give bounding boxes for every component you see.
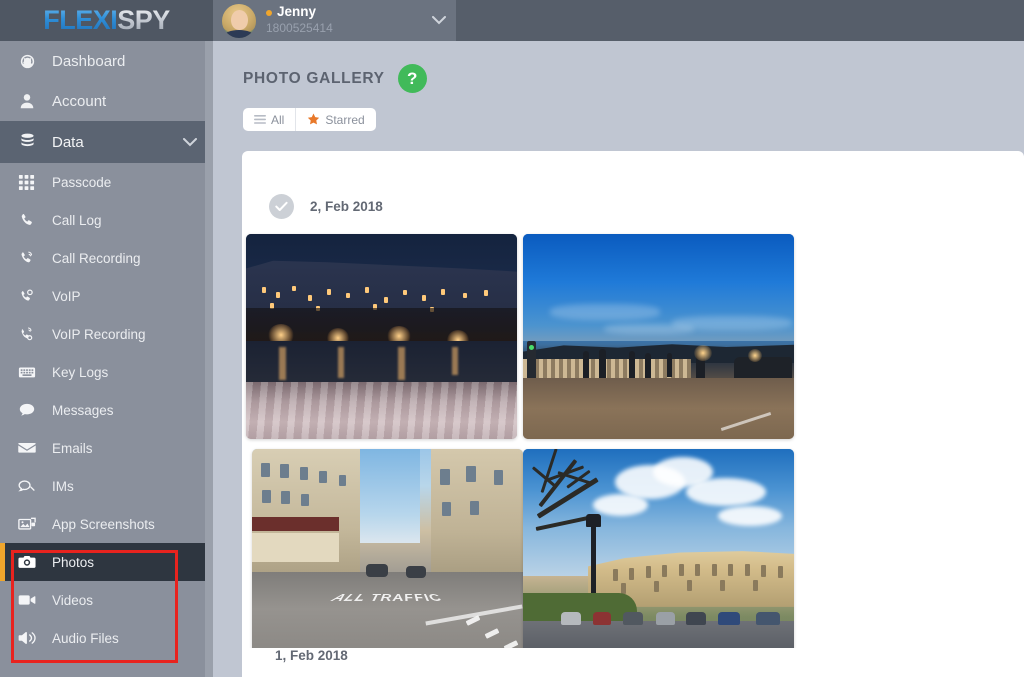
chevron-down-icon[interactable] [432, 13, 446, 28]
tab-label: Starred [325, 112, 365, 127]
user-account-selector[interactable]: Jenny 1800525414 [213, 0, 456, 41]
user-icon [18, 92, 44, 110]
check-circle-icon[interactable] [269, 194, 294, 219]
database-icon [18, 131, 44, 154]
tab-starred[interactable]: Starred [295, 108, 375, 131]
sidebar-item-label: Call Log [52, 212, 102, 228]
chevron-down-icon[interactable] [183, 135, 197, 150]
photo-overlay-text: ALL TRAFFIC [327, 592, 448, 604]
keyboard-icon [18, 363, 44, 381]
gallery-filter-tabs: All Starred [243, 108, 376, 131]
sidebar-item-passcode[interactable]: Passcode [0, 163, 213, 201]
page-header: PHOTO GALLERY ? [213, 41, 1024, 93]
top-bar: FLEXISPY Jenny 1800525414 [0, 0, 1024, 41]
photo-gallery-panel: 2, Feb 2018 ALL TRAFFIC 1, Feb 2018 [242, 151, 1024, 677]
sidebar-item-label: VoIP Recording [52, 326, 146, 342]
sidebar-item-label: IMs [52, 478, 74, 494]
sidebar-item-label: Call Recording [52, 250, 141, 266]
sidebar-item-label: VoIP [52, 288, 81, 304]
sidebar-item-label: Videos [52, 592, 94, 608]
voip-phone-icon [18, 288, 44, 305]
tab-label: All [271, 112, 285, 127]
voip-record-icon [18, 326, 44, 343]
chat-bubble-icon [18, 401, 44, 419]
sidebar-item-label: Key Logs [52, 364, 109, 380]
sidebar-item-voip[interactable]: VoIP [0, 277, 213, 315]
sidebar-group-data[interactable]: Data [0, 121, 213, 163]
sidebar-item-audio-files[interactable]: Audio Files [0, 619, 213, 657]
sidebar-item-label: Photos [52, 554, 95, 570]
phone-record-icon [18, 250, 44, 267]
user-info: Jenny 1800525414 [266, 5, 426, 35]
sidebar-item-emails[interactable]: Emails [0, 429, 213, 467]
logo-spy: SPY [117, 5, 170, 35]
sidebar-item-voip-recording[interactable]: VoIP Recording [0, 315, 213, 353]
photo-thumbnail[interactable]: ALL TRAFFIC [252, 449, 523, 654]
sidebar-item-photos[interactable]: Photos [0, 543, 213, 581]
date-group-header: 1, Feb 2018 [242, 648, 1024, 677]
logo-text: FLEXISPY [43, 5, 170, 36]
date-label: 1, Feb 2018 [275, 648, 348, 663]
photo-thumbnail[interactable] [523, 234, 794, 439]
sidebar-item-label: Emails [52, 440, 93, 456]
avatar [222, 3, 256, 38]
photo-thumbnail[interactable] [523, 449, 794, 654]
sidebar-item-videos[interactable]: Videos [0, 581, 213, 619]
sidebar-item-label: Account [52, 92, 107, 110]
sidebar-item-call-recording[interactable]: Call Recording [0, 239, 213, 277]
sidebar-item-messages[interactable]: Messages [0, 391, 213, 429]
list-lines-icon [254, 115, 266, 124]
sidebar-item-label: Audio Files [52, 630, 119, 646]
video-camera-icon [18, 591, 44, 609]
sidebar-item-label: Dashboard [52, 52, 126, 70]
sidebar-item-dashboard[interactable]: Dashboard [0, 41, 213, 81]
status-dot-icon [266, 9, 272, 16]
sidebar-item-label: Passcode [52, 174, 112, 190]
phone-icon [18, 212, 44, 229]
camera-icon [18, 553, 44, 571]
sidebar-item-key-logs[interactable]: Key Logs [0, 353, 213, 391]
sidebar-item-ims[interactable]: IMs [0, 467, 213, 505]
speaker-volume-icon [18, 629, 44, 647]
page-title: PHOTO GALLERY [243, 69, 385, 87]
logo-flexi: FLEXI [43, 5, 118, 35]
sidebar-item-account[interactable]: Account [0, 81, 213, 121]
envelope-icon [18, 439, 44, 457]
photo-thumbnail[interactable] [246, 234, 517, 439]
brand-logo[interactable]: FLEXISPY [0, 0, 213, 41]
dashboard-gauge-icon [18, 52, 44, 71]
main-content: PHOTO GALLERY ? All Starred 2, Feb 2018 … [213, 41, 1024, 677]
tree-silhouette [528, 449, 626, 580]
tab-all[interactable]: All [243, 108, 295, 131]
user-name-label: Jenny [277, 4, 317, 20]
screenshot-image-icon [18, 515, 44, 533]
photo-grid: ALL TRAFFIC [242, 219, 1024, 677]
keypad-grid-icon [18, 174, 44, 191]
sidebar-item-label: Messages [52, 402, 114, 418]
help-icon[interactable]: ? [397, 64, 427, 93]
user-phone-label: 1800525414 [266, 21, 333, 36]
sidebar-group-label: Data [52, 133, 84, 151]
sidebar-item-call-log[interactable]: Call Log [0, 201, 213, 239]
sidebar-scroll-track[interactable] [205, 41, 213, 677]
im-bubbles-icon [18, 477, 44, 495]
date-label: 2, Feb 2018 [310, 199, 383, 214]
sidebar-nav: Dashboard Account Data Passcode Call Log… [0, 41, 213, 677]
sidebar-item-label: App Screenshots [52, 516, 155, 532]
user-name-row: Jenny [266, 5, 426, 20]
star-icon [307, 113, 320, 126]
date-group-header: 2, Feb 2018 [242, 151, 1024, 219]
sidebar-item-app-screenshots[interactable]: App Screenshots [0, 505, 213, 543]
